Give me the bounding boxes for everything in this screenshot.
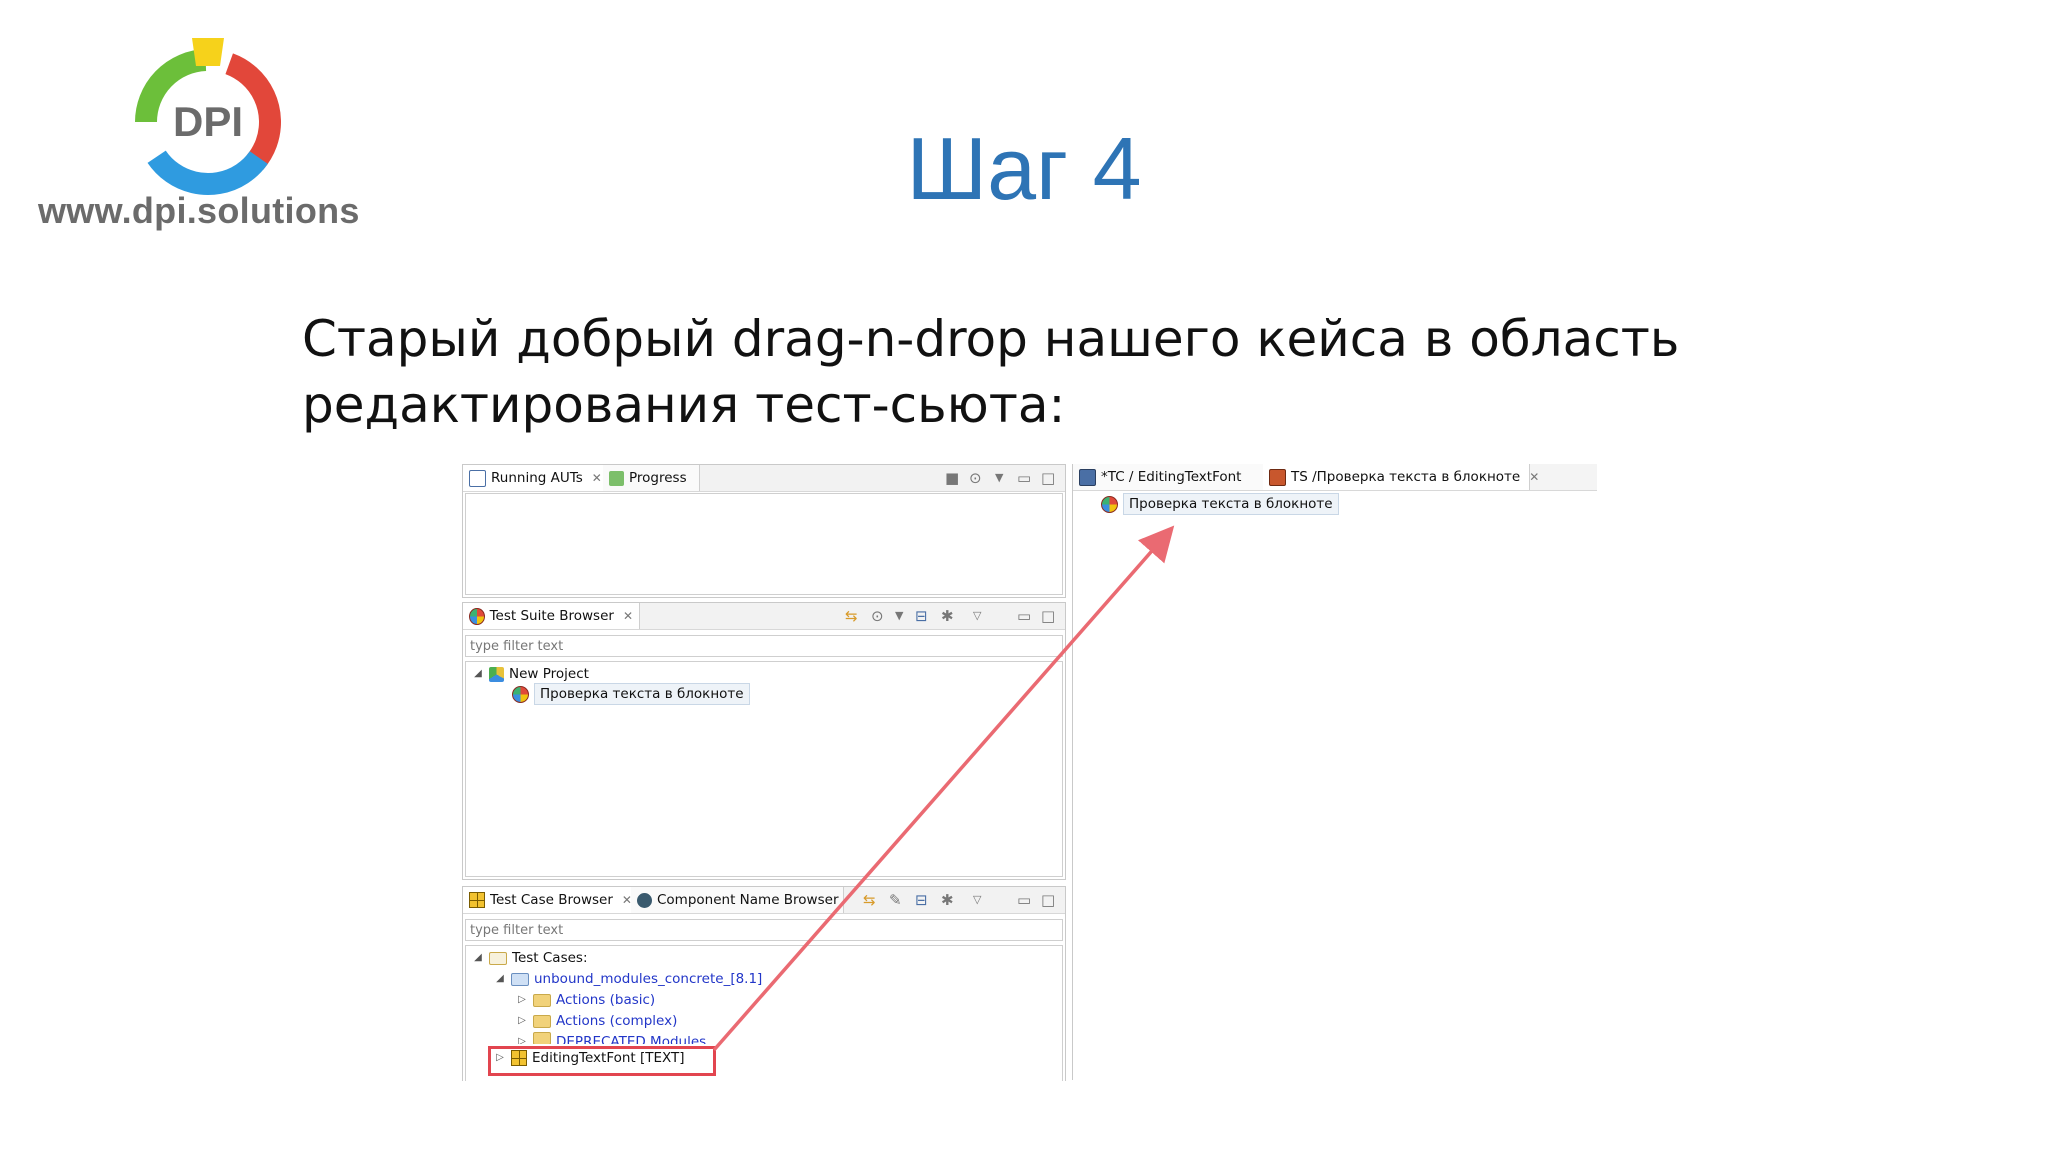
- ide-screenshot: Running AUTs ✕ Progress ■ ⊙ ▼ ▭ □ Test S…: [460, 464, 1597, 1081]
- slide-body-line-1: Старый добрый drag-n-drop нашего кейса в…: [302, 310, 1680, 368]
- slide-title: Шаг 4: [0, 118, 2048, 220]
- slide-body-line-2: редактирования тест-сьюта:: [302, 376, 1066, 434]
- slide-title-text: Шаг 4: [906, 119, 1142, 218]
- slide-body: Старый добрый drag-n-drop нашего кейса в…: [302, 306, 1902, 438]
- drag-arrow: [712, 525, 1175, 1052]
